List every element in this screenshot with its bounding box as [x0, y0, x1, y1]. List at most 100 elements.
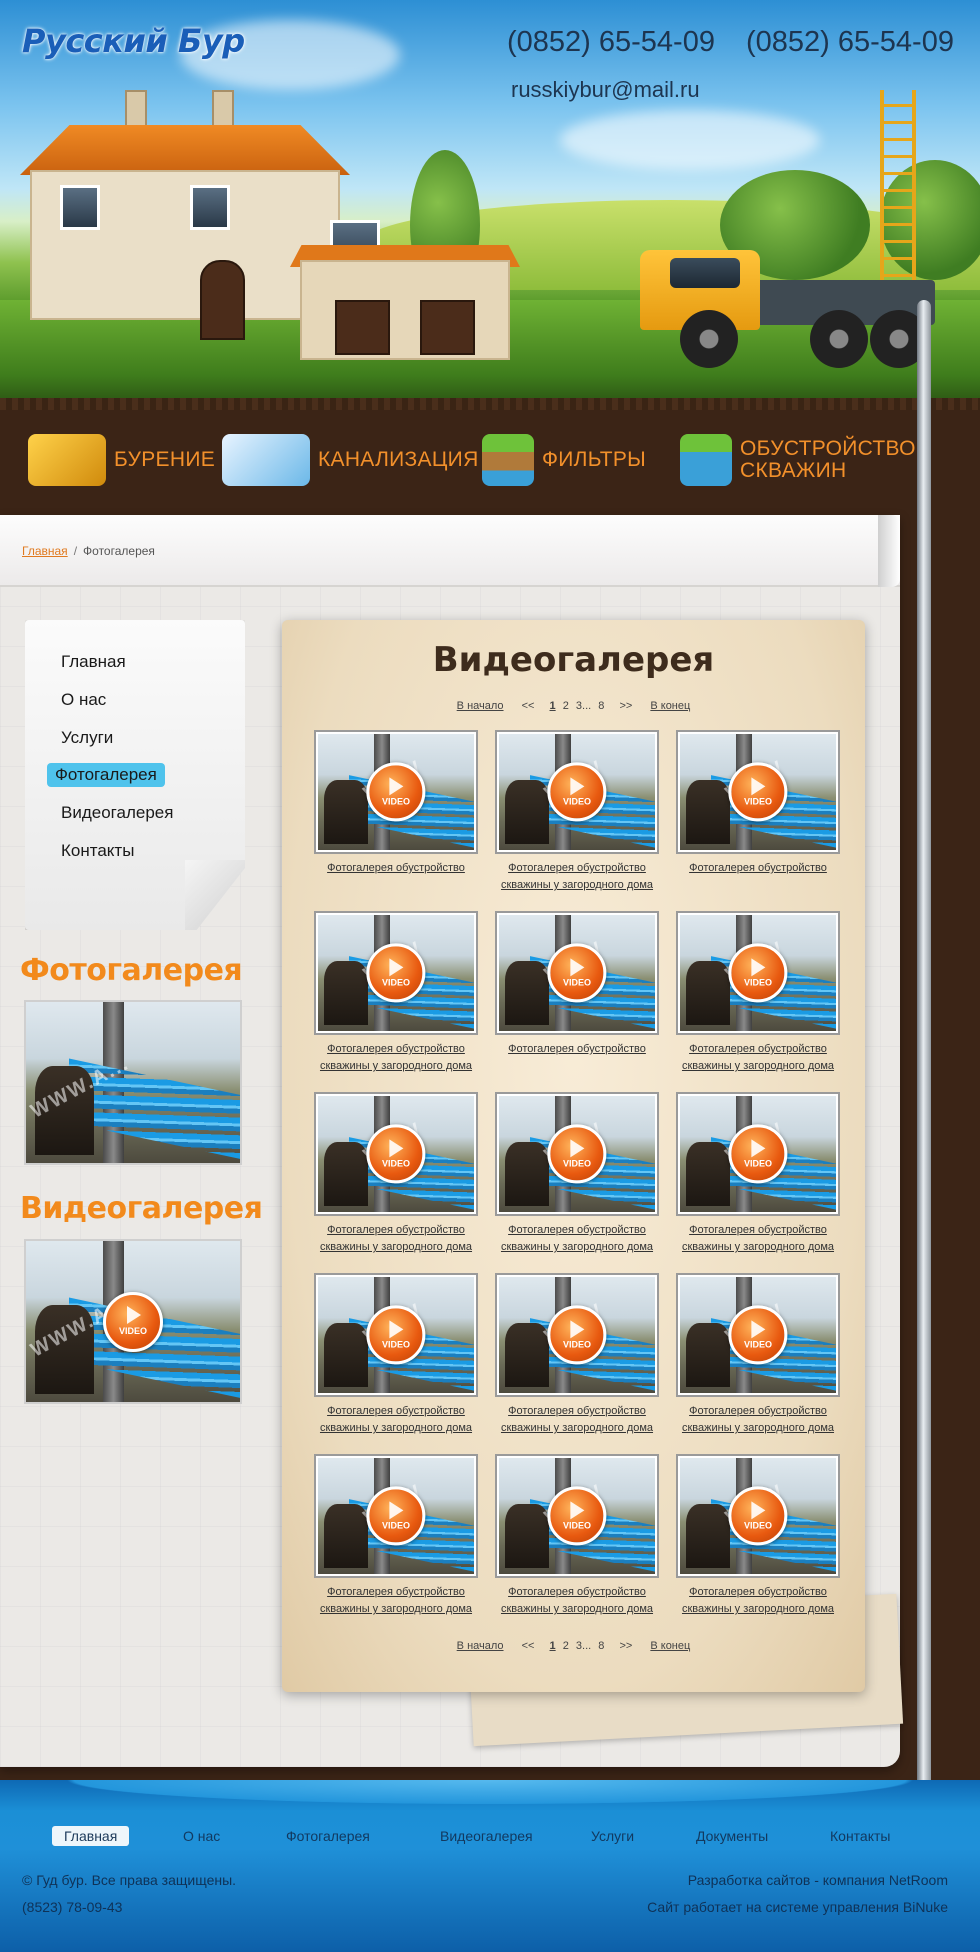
email-address[interactable]: russkiybur@mail.ru — [511, 77, 700, 103]
video-caption-link[interactable]: Фотогалерея обустройство скважины у заго… — [676, 1584, 840, 1618]
pager-page-8[interactable]: 8 — [598, 700, 604, 712]
footer-nav-documents[interactable]: Документы — [684, 1826, 780, 1846]
video-thumbnail-image: WWWVIDEO — [680, 1458, 836, 1574]
video-caption-link[interactable]: Фотогалерея обустройство скважины у заго… — [314, 1222, 478, 1256]
pager-page-2[interactable]: 2 — [563, 700, 569, 712]
footer-nav-about[interactable]: О нас — [171, 1826, 232, 1846]
pager-page-3[interactable]: 3... — [576, 1640, 591, 1652]
video-gallery-thumbnail[interactable]: WWW.A... VIDEO — [24, 1239, 242, 1404]
filter-icon — [482, 434, 534, 486]
video-caption-link[interactable]: Фотогалерея обустройство скважины у заго… — [676, 1222, 840, 1256]
video-thumbnail-image: WWWVIDEO — [680, 1277, 836, 1393]
video-caption-link[interactable]: Фотогалерея обустройство скважины у заго… — [495, 860, 659, 894]
gallery-item[interactable]: WWWVIDEO Фотогалерея обустройство скважин… — [314, 1273, 478, 1437]
play-video-icon: VIDEO — [547, 1124, 607, 1184]
video-thumbnail[interactable]: WWWVIDEO — [676, 1273, 840, 1397]
gallery-item[interactable]: WWWVIDEO Фотогалерея обустройство скважин… — [495, 1273, 659, 1437]
pager-next-link[interactable]: >> — [619, 1640, 632, 1652]
gallery-item[interactable]: WWWVIDEO Фотогалерея обустройство — [495, 911, 659, 1058]
pager-first-link[interactable]: В начало — [457, 1640, 504, 1652]
side-menu-item-about[interactable]: О нас — [53, 688, 114, 712]
video-caption-link[interactable]: Фотогалерея обустройство скважины у заго… — [314, 1041, 478, 1075]
gallery-item[interactable]: WWWVIDEO Фотогалерея обустройство скважин… — [495, 1454, 659, 1618]
gallery-item[interactable]: WWWVIDEO Фотогалерея обустройство скважин… — [676, 1454, 840, 1618]
breadcrumb-home-link[interactable]: Главная — [22, 544, 68, 558]
drill-truck-illustration — [630, 240, 940, 380]
pager-page-1[interactable]: 1 — [550, 1640, 556, 1652]
gallery-item[interactable]: WWWVIDEO Фотогалерея обустройство скважин… — [314, 911, 478, 1075]
video-thumbnail[interactable]: WWWVIDEO — [676, 730, 840, 854]
video-caption-link[interactable]: Фотогалерея обустройство скважины у заго… — [314, 1584, 478, 1618]
pager-first-link[interactable]: В начало — [457, 700, 504, 712]
side-menu-item-photo-gallery[interactable]: Фотогалерея — [47, 763, 165, 787]
cms-credit[interactable]: Сайт работает на системе управления BiNu… — [647, 1899, 948, 1915]
pager-page-2[interactable]: 2 — [563, 1640, 569, 1652]
play-video-icon: VIDEO — [547, 762, 607, 822]
video-thumbnail[interactable]: WWWVIDEO — [495, 1454, 659, 1578]
video-thumbnail[interactable]: WWWVIDEO — [495, 730, 659, 854]
video-caption-link[interactable]: Фотогалерея обустройство — [314, 860, 478, 877]
video-thumbnail[interactable]: WWWVIDEO — [495, 1092, 659, 1216]
pager-page-1[interactable]: 1 — [550, 700, 556, 712]
site-logo[interactable]: Русский Бур — [22, 22, 245, 60]
video-caption-link[interactable]: Фотогалерея обустройство скважины у заго… — [314, 1403, 478, 1437]
video-thumbnail[interactable]: WWWVIDEO — [314, 911, 478, 1035]
pager-prev-link[interactable]: << — [522, 1640, 535, 1652]
topnav-item-filters[interactable]: Фильтры — [482, 425, 646, 495]
side-menu-item-contacts[interactable]: Контакты — [53, 839, 142, 863]
video-caption-link[interactable]: Фотогалерея обустройство скважины у заго… — [495, 1403, 659, 1437]
breadcrumb-separator: / — [73, 544, 78, 558]
photo-gallery-thumbnail[interactable]: WWW.A... — [24, 1000, 242, 1165]
pager-last-link[interactable]: В конец — [650, 1640, 690, 1652]
gallery-item[interactable]: WWWVIDEO Фотогалерея обустройство — [314, 730, 478, 877]
pager-last-link[interactable]: В конец — [650, 700, 690, 712]
pager-prev-link[interactable]: << — [522, 700, 535, 712]
video-thumbnail[interactable]: WWWVIDEO — [676, 1092, 840, 1216]
gallery-item[interactable]: WWWVIDEO Фотогалерея обустройство скважин… — [495, 1092, 659, 1256]
play-video-icon: VIDEO — [547, 943, 607, 1003]
video-thumbnail[interactable]: WWWVIDEO — [495, 911, 659, 1035]
developer-link[interactable]: Разработка сайтов - компания NetRoom — [688, 1872, 948, 1888]
topnav-item-sewer[interactable]: Канализация — [222, 425, 479, 495]
video-caption-link[interactable]: Фотогалерея обустройство скважины у заго… — [495, 1222, 659, 1256]
gallery-item[interactable]: WWWVIDEO Фотогалерея обустройство скважин… — [676, 1273, 840, 1437]
footer-nav-home[interactable]: Главная — [52, 1826, 130, 1846]
topnav-item-drilling[interactable]: Бурение — [28, 425, 215, 495]
footer-nav-contacts[interactable]: Контакты — [818, 1826, 902, 1846]
pager-next-link[interactable]: >> — [619, 700, 632, 712]
video-thumbnail[interactable]: WWWVIDEO — [676, 911, 840, 1035]
side-menu-item-video-gallery[interactable]: Видеогалерея — [53, 801, 181, 825]
gallery-item[interactable]: WWWVIDEO Фотогалерея обустройство скважин… — [676, 911, 840, 1075]
video-thumbnail[interactable]: WWWVIDEO — [314, 730, 478, 854]
gallery-item[interactable]: WWWVIDEO Фотогалерея обустройство скважин… — [495, 730, 659, 894]
video-caption-link[interactable]: Фотогалерея обустройство скважины у заго… — [676, 1403, 840, 1437]
video-thumbnail[interactable]: WWWVIDEO — [314, 1454, 478, 1578]
video-thumbnail[interactable]: WWWVIDEO — [314, 1092, 478, 1216]
video-thumbnail[interactable]: WWWVIDEO — [495, 1273, 659, 1397]
video-caption-link[interactable]: Фотогалерея обустройство скважины у заго… — [495, 1584, 659, 1618]
footer-nav-services[interactable]: Услуги — [579, 1826, 646, 1846]
gallery-item[interactable]: WWWVIDEO Фотогалерея обустройство скважин… — [314, 1092, 478, 1256]
topnav-item-well-setup[interactable]: Обустройство скважин — [680, 425, 915, 495]
video-thumbnail[interactable]: WWWVIDEO — [676, 1454, 840, 1578]
video-caption-link[interactable]: Фотогалерея обустройство — [495, 1041, 659, 1058]
video-gallery-heading[interactable]: Видеогалерея — [20, 1191, 263, 1226]
pager-page-8[interactable]: 8 — [598, 1640, 604, 1652]
video-caption-link[interactable]: Фотогалерея обустройство — [676, 860, 840, 877]
video-thumbnail[interactable]: WWWVIDEO — [314, 1273, 478, 1397]
pager-page-3[interactable]: 3... — [576, 700, 591, 712]
gallery-item[interactable]: WWWVIDEO Фотогалерея обустройство скважин… — [676, 1092, 840, 1256]
photo-gallery-heading[interactable]: Фотогалерея — [20, 953, 243, 988]
play-video-icon: VIDEO — [366, 762, 426, 822]
soil-strip — [0, 398, 980, 410]
side-menu-item-services[interactable]: Услуги — [53, 726, 121, 750]
play-video-icon: VIDEO — [728, 1486, 788, 1546]
gallery-item[interactable]: WWWVIDEO Фотогалерея обустройство — [676, 730, 840, 877]
footer-nav-video-gallery[interactable]: Видеогалерея — [428, 1826, 545, 1846]
side-menu-item-home[interactable]: Главная — [53, 650, 134, 674]
video-thumbnail-image: WWWVIDEO — [318, 1458, 474, 1574]
video-caption-link[interactable]: Фотогалерея обустройство скважины у заго… — [676, 1041, 840, 1075]
gallery-item[interactable]: WWWVIDEO Фотогалерея обустройство скважин… — [314, 1454, 478, 1618]
photo-thumbnail-image: WWW.A... — [26, 1002, 240, 1163]
footer-nav-photo-gallery[interactable]: Фотогалерея — [274, 1826, 382, 1846]
